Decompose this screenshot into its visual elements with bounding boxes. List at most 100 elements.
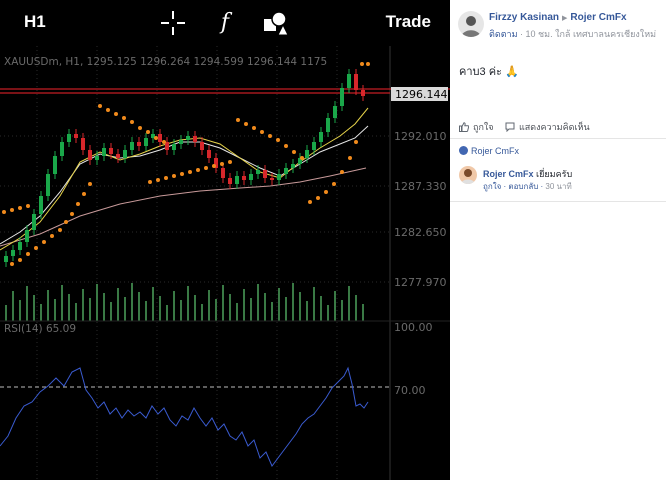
volume-bar [68,294,70,321]
sar-dot [162,140,166,144]
volume-bar [229,294,231,321]
sar-dot [156,178,160,182]
volume-bar [26,286,28,321]
sar-dot [88,182,92,186]
volume-bar [61,285,63,321]
volume-bar [138,292,140,321]
sar-dot [284,144,288,148]
volume-bar [103,293,105,321]
volume-bar [194,295,196,321]
avatar[interactable] [459,166,477,184]
volume-bar [89,298,91,321]
volume-bar [187,286,189,321]
reply-reply-link[interactable]: ตอบกลับ [508,182,538,191]
candle [116,154,120,158]
sar-dot [148,180,152,184]
avatar[interactable] [458,11,484,37]
reply-meta: ถูกใจ · ตอบกลับ · 30 นาที [483,182,572,191]
timeframe-button[interactable]: H1 [24,12,46,32]
comment-panel: Firzzy Kasinan ▶ Rojer CmFx ติดตาม · 10 ชม… [450,0,666,480]
candle [88,150,92,160]
post-actions: ถูกใจ แสดงความคิดเห็น [450,112,666,139]
candle [193,136,197,142]
arrow-right-icon: ▶ [562,15,568,22]
candle [242,176,246,180]
price-scale-label: 1277.970 [394,276,447,289]
candle [4,256,8,262]
sar-dot [204,166,208,170]
candle [305,150,309,158]
candle [284,168,288,174]
like-label: ถูกใจ [473,122,494,132]
sar-dot [196,168,200,172]
sar-dot [236,118,240,122]
volume-bar [285,297,287,321]
volume-bar [348,286,350,321]
sar-dot [300,156,304,160]
crosshair-icon[interactable] [160,10,186,36]
candle [109,148,113,154]
sar-dot [292,150,296,154]
reply-author[interactable]: Rojer CmFx [483,169,534,179]
rsi-scale-label: 70.00 [394,384,426,397]
sar-dot [2,210,6,214]
trade-button[interactable]: Trade [386,12,431,32]
volume-bar [264,293,266,321]
indicators-icon[interactable]: f [212,10,238,36]
volume-bar [152,287,154,321]
rsi-scale-label: 100.00 [394,321,433,334]
price-scale-label: 1282.650 [394,226,447,239]
candle [256,170,260,174]
page-link[interactable]: Rojer CmFx [471,146,519,156]
volume-bar [320,296,322,321]
sar-dot [106,108,110,112]
volume-bar [166,305,168,321]
candle [277,174,281,180]
volume-bar [243,289,245,321]
sar-dot [154,136,158,140]
page-name[interactable]: Rojer CmFx [570,12,626,23]
candle [81,138,85,150]
current-price-value: 1296.144 [395,88,448,101]
volume-bar [40,304,42,321]
volume-bar [362,304,364,321]
sar-dot [130,120,134,124]
sar-dot [276,138,280,142]
sar-dot [10,262,14,266]
sar-dot [98,104,102,108]
rsi-line [0,366,369,467]
volume-bar [96,284,98,321]
candle [46,174,50,196]
candle [291,164,295,168]
sar-dot [26,204,30,208]
volume-bar [124,297,126,321]
sar-dot [340,170,344,174]
post-time-location: 10 ชม. ใกล้ เทศบาลนครเชียงใหม่ [525,29,657,39]
follow-link[interactable]: ติดตาม [489,29,518,39]
volume-bar [75,303,77,321]
sar-dot [114,112,118,116]
sar-dot [308,200,312,204]
sar-dot [64,220,68,224]
like-button[interactable]: ถูกใจ [459,120,494,134]
reply-body: เยี่ยมครับ [536,169,573,179]
candle [32,214,36,230]
candle [270,178,274,180]
candle [60,142,64,156]
reply-like-link[interactable]: ถูกใจ [483,182,501,191]
page-link-row[interactable]: Rojer CmFx [459,146,519,156]
candle [354,74,358,90]
objects-icon[interactable] [263,10,289,36]
chart-grid [0,46,390,480]
volume-bar [201,304,203,321]
candle [39,196,43,214]
volume-bar [306,301,308,321]
volume-bar [292,283,294,321]
author-name[interactable]: Firzzy Kasinan [489,12,559,23]
comment-button[interactable]: แสดงความคิดเห็น [505,120,590,134]
volume-bar [313,287,315,321]
sar-dot [138,126,142,130]
candle [172,144,176,150]
comment-label: แสดงความคิดเห็น [519,122,590,132]
volume-bar [299,292,301,321]
